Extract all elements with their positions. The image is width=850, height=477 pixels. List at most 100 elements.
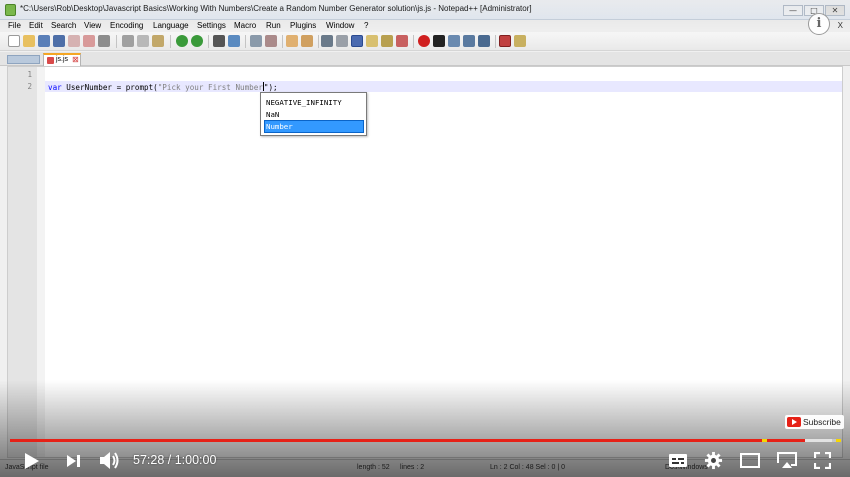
cursor-position-label: Ln : 2 Col : 48 Sel : 0 | 0 [490,464,565,471]
find-icon[interactable] [213,35,225,47]
code-line-2: var UserNumber = prompt("Pick your First… [48,82,278,92]
volume-icon[interactable] [99,451,121,470]
menu-search[interactable]: Search [51,21,76,30]
subscribe-label: Subscribe [803,417,841,427]
save-macro-icon[interactable] [478,35,490,47]
subtitles-icon[interactable] [668,453,688,468]
toolbar-separator [245,35,246,48]
tab-js-js[interactable]: js.js ⊠ [43,53,81,66]
played-bar [10,439,806,442]
line-number: 2 [27,82,32,91]
print-icon[interactable] [98,35,110,47]
toolbar-separator [282,35,283,48]
code-editor[interactable]: 1 2 var UserNumber = prompt("Pick your F… [7,66,843,458]
fold-margin [37,67,45,457]
code-keyword: var [48,83,62,92]
menu-view[interactable]: View [84,21,101,30]
close-all-icon[interactable] [83,35,95,47]
autocomplete-item-selected[interactable]: Number [264,120,364,133]
zoom-out-icon[interactable] [265,35,277,47]
menu-help[interactable]: ? [364,21,368,30]
paste-icon[interactable] [152,35,164,47]
function-list-icon[interactable] [396,35,408,47]
word-wrap-icon[interactable] [321,35,333,47]
unsaved-file-icon [47,57,54,64]
toolbar-separator [413,35,414,48]
close-document-button[interactable]: X [838,21,843,30]
chapter-marker [836,439,841,442]
length-label: length : 52 [357,464,390,471]
new-file-icon[interactable] [8,35,20,47]
toolbar-separator [208,35,209,48]
play-macro-icon[interactable] [448,35,460,47]
fullscreen-icon[interactable] [814,452,831,469]
toolbar-separator [116,35,117,48]
subscribe-button[interactable]: Subscribe [785,415,844,429]
menu-file[interactable]: File [8,21,21,30]
menu-encoding[interactable]: Encoding [110,21,143,30]
code-text: UserNumber = prompt( [61,83,158,92]
redo-icon[interactable] [191,35,203,47]
record-macro-icon[interactable] [418,35,430,47]
document-map-icon[interactable] [381,35,393,47]
buffered-bar [805,439,832,442]
indent-guide-icon[interactable] [351,35,363,47]
sync-vertical-icon[interactable] [286,35,298,47]
notepad-plus-plus-icon [5,4,16,16]
code-text: "); [263,83,278,92]
autocomplete-item[interactable]: NEGATIVE_INFINITY [265,97,363,108]
toolbar-separator [495,35,496,48]
save-all-icon[interactable] [53,35,65,47]
cut-icon[interactable] [122,35,134,47]
tab-close-icon[interactable]: ⊠ [72,55,79,64]
line-number-row: 1 [8,70,37,81]
save-icon[interactable] [38,35,50,47]
zoom-in-icon[interactable] [250,35,262,47]
run-macro-multiple-icon[interactable] [463,35,475,47]
code-string: "Pick your First Number [157,83,263,92]
toolbar-separator [318,35,319,48]
menu-bar: File Edit Search View Encoding Language … [0,20,850,32]
stop-macro-icon[interactable] [433,35,445,47]
info-card-button[interactable]: i [808,13,830,35]
user-language-icon[interactable] [366,35,378,47]
menu-edit[interactable]: Edit [29,21,43,30]
sync-horizontal-icon[interactable] [301,35,313,47]
minimize-button[interactable]: — [783,5,803,16]
video-progress-bar[interactable] [10,439,841,442]
settings-gear-icon[interactable] [704,451,723,470]
theater-mode-icon[interactable] [776,451,798,469]
show-all-characters-icon[interactable] [336,35,348,47]
tab-bar: js.js ⊠ [0,52,850,66]
autocomplete-item[interactable]: NaN [265,109,363,120]
plugin-icon[interactable] [514,35,526,47]
replace-icon[interactable] [228,35,240,47]
close-window-button[interactable]: ✕ [825,5,845,16]
tab-scroll-controls[interactable] [7,55,40,64]
toolbar-separator [170,35,171,48]
line-number-row: 2 [8,82,37,93]
chapter-marker [762,439,767,442]
menu-language[interactable]: Language [153,21,189,30]
menu-window[interactable]: Window [326,21,354,30]
miniplayer-icon[interactable] [740,453,760,468]
spell-check-icon[interactable] [499,35,511,47]
line-number-gutter [8,67,37,457]
play-icon[interactable] [24,452,40,470]
menu-settings[interactable]: Settings [197,21,226,30]
tab-label: js.js [56,56,69,63]
screen: *C:\Users\Rob\Desktop\Javascript Basics\… [0,0,850,477]
time-display: 57:28 / 1:00:00 [133,453,217,467]
menu-plugins[interactable]: Plugins [290,21,316,30]
copy-icon[interactable] [137,35,149,47]
youtube-logo-icon [787,417,801,427]
undo-icon[interactable] [176,35,188,47]
next-icon[interactable] [66,454,81,468]
open-file-icon[interactable] [23,35,35,47]
menu-run[interactable]: Run [266,21,281,30]
autocomplete-list: NEGATIVE_INFINITY NaN Number [260,92,367,136]
window-title: *C:\Users\Rob\Desktop\Javascript Basics\… [20,4,532,13]
close-icon[interactable] [68,35,80,47]
line-number: 1 [27,70,32,79]
menu-macro[interactable]: Macro [234,21,256,30]
